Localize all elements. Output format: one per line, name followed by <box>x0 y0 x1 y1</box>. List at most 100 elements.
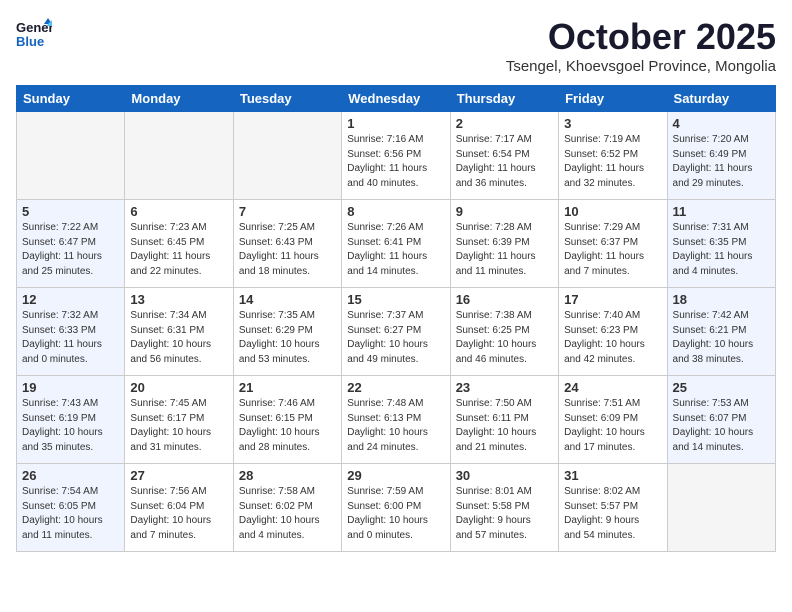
day-number: 8 <box>347 204 444 219</box>
day-number: 31 <box>564 468 661 483</box>
weekday-header-thursday: Thursday <box>450 86 558 112</box>
week-row-2: 5 Sunrise: 7:22 AM Sunset: 6:47 PM Daylig… <box>17 200 776 288</box>
day-number: 30 <box>456 468 553 483</box>
day-info: Sunrise: 7:16 AM Sunset: 6:56 PM Dayligh… <box>347 133 444 191</box>
day-number: 4 <box>673 116 770 131</box>
day-number: 2 <box>456 116 553 131</box>
calendar-cell: 1 Sunrise: 7:16 AM Sunset: 6:56 PM Daylig… <box>342 112 450 200</box>
day-info: Sunrise: 7:35 AM Sunset: 6:29 PM Dayligh… <box>239 309 336 367</box>
calendar-cell <box>233 112 341 200</box>
weekday-header-row: SundayMondayTuesdayWednesdayThursdayFrid… <box>17 86 776 112</box>
calendar-cell: 18 Sunrise: 7:42 AM Sunset: 6:21 PM Dayli… <box>667 288 775 376</box>
day-number: 21 <box>239 380 336 395</box>
day-info: Sunrise: 7:48 AM Sunset: 6:13 PM Dayligh… <box>347 397 444 455</box>
day-number: 6 <box>130 204 227 219</box>
calendar-cell <box>667 464 775 552</box>
calendar-cell: 17 Sunrise: 7:40 AM Sunset: 6:23 PM Dayli… <box>559 288 667 376</box>
day-info: Sunrise: 7:42 AM Sunset: 6:21 PM Dayligh… <box>673 309 770 367</box>
weekday-header-tuesday: Tuesday <box>233 86 341 112</box>
calendar-cell: 27Sunrise: 7:56 AM Sunset: 6:04 PM Dayli… <box>125 464 233 552</box>
calendar-cell: 21 Sunrise: 7:46 AM Sunset: 6:15 PM Dayli… <box>233 376 341 464</box>
calendar-cell: 5 Sunrise: 7:22 AM Sunset: 6:47 PM Daylig… <box>17 200 125 288</box>
calendar-table: SundayMondayTuesdayWednesdayThursdayFrid… <box>16 85 776 552</box>
day-number: 17 <box>564 292 661 307</box>
day-info: Sunrise: 8:01 AM Sunset: 5:58 PM Dayligh… <box>456 485 553 543</box>
week-row-5: 26Sunrise: 7:54 AM Sunset: 6:05 PM Dayli… <box>17 464 776 552</box>
calendar-cell: 25Sunrise: 7:53 AM Sunset: 6:07 PM Dayli… <box>667 376 775 464</box>
calendar-cell <box>17 112 125 200</box>
calendar-cell: 26Sunrise: 7:54 AM Sunset: 6:05 PM Dayli… <box>17 464 125 552</box>
calendar-cell: 9Sunrise: 7:28 AM Sunset: 6:39 PM Daylig… <box>450 200 558 288</box>
day-number: 22 <box>347 380 444 395</box>
calendar-page: General Blue October 2025 Tsengel, Khoev… <box>0 0 792 612</box>
day-info: Sunrise: 7:43 AM Sunset: 6:19 PM Dayligh… <box>22 397 119 455</box>
day-number: 13 <box>130 292 227 307</box>
logo: General Blue <box>16 16 56 52</box>
calendar-cell: 10 Sunrise: 7:29 AM Sunset: 6:37 PM Dayli… <box>559 200 667 288</box>
title-block: October 2025 Tsengel, Khoevsgoel Provinc… <box>506 16 776 75</box>
calendar-cell: 13 Sunrise: 7:34 AM Sunset: 6:31 PM Dayli… <box>125 288 233 376</box>
day-info: Sunrise: 7:23 AM Sunset: 6:45 PM Dayligh… <box>130 221 227 279</box>
weekday-header-saturday: Saturday <box>667 86 775 112</box>
day-number: 10 <box>564 204 661 219</box>
day-number: 20 <box>130 380 227 395</box>
week-row-1: 1 Sunrise: 7:16 AM Sunset: 6:56 PM Daylig… <box>17 112 776 200</box>
day-info: Sunrise: 7:56 AM Sunset: 6:04 PM Dayligh… <box>130 485 227 543</box>
calendar-cell: 22 Sunrise: 7:48 AM Sunset: 6:13 PM Dayli… <box>342 376 450 464</box>
calendar-cell: 14 Sunrise: 7:35 AM Sunset: 6:29 PM Dayli… <box>233 288 341 376</box>
day-number: 14 <box>239 292 336 307</box>
calendar-cell: 8 Sunrise: 7:26 AM Sunset: 6:41 PM Daylig… <box>342 200 450 288</box>
day-info: Sunrise: 7:46 AM Sunset: 6:15 PM Dayligh… <box>239 397 336 455</box>
day-number: 24 <box>564 380 661 395</box>
day-info: Sunrise: 7:34 AM Sunset: 6:31 PM Dayligh… <box>130 309 227 367</box>
day-info: Sunrise: 7:19 AM Sunset: 6:52 PM Dayligh… <box>564 133 661 191</box>
header: General Blue October 2025 Tsengel, Khoev… <box>16 16 776 75</box>
calendar-cell: 31 Sunrise: 8:02 AM Sunset: 5:57 PM Dayli… <box>559 464 667 552</box>
day-info: Sunrise: 7:37 AM Sunset: 6:27 PM Dayligh… <box>347 309 444 367</box>
day-number: 18 <box>673 292 770 307</box>
calendar-cell: 15Sunrise: 7:37 AM Sunset: 6:27 PM Dayli… <box>342 288 450 376</box>
day-info: Sunrise: 8:02 AM Sunset: 5:57 PM Dayligh… <box>564 485 661 543</box>
day-info: Sunrise: 7:59 AM Sunset: 6:00 PM Dayligh… <box>347 485 444 543</box>
day-info: Sunrise: 7:38 AM Sunset: 6:25 PM Dayligh… <box>456 309 553 367</box>
weekday-header-sunday: Sunday <box>17 86 125 112</box>
day-number: 12 <box>22 292 119 307</box>
week-row-4: 19Sunrise: 7:43 AM Sunset: 6:19 PM Dayli… <box>17 376 776 464</box>
calendar-cell: 2 Sunrise: 7:17 AM Sunset: 6:54 PM Daylig… <box>450 112 558 200</box>
day-info: Sunrise: 7:53 AM Sunset: 6:07 PM Dayligh… <box>673 397 770 455</box>
day-info: Sunrise: 7:50 AM Sunset: 6:11 PM Dayligh… <box>456 397 553 455</box>
calendar-cell: 19Sunrise: 7:43 AM Sunset: 6:19 PM Dayli… <box>17 376 125 464</box>
day-info: Sunrise: 7:29 AM Sunset: 6:37 PM Dayligh… <box>564 221 661 279</box>
calendar-cell: 12Sunrise: 7:32 AM Sunset: 6:33 PM Dayli… <box>17 288 125 376</box>
week-row-3: 12Sunrise: 7:32 AM Sunset: 6:33 PM Dayli… <box>17 288 776 376</box>
day-info: Sunrise: 7:54 AM Sunset: 6:05 PM Dayligh… <box>22 485 119 543</box>
day-number: 9 <box>456 204 553 219</box>
day-info: Sunrise: 7:26 AM Sunset: 6:41 PM Dayligh… <box>347 221 444 279</box>
weekday-header-wednesday: Wednesday <box>342 86 450 112</box>
day-info: Sunrise: 7:20 AM Sunset: 6:49 PM Dayligh… <box>673 133 770 191</box>
calendar-cell: 6 Sunrise: 7:23 AM Sunset: 6:45 PM Daylig… <box>125 200 233 288</box>
calendar-cell: 29Sunrise: 7:59 AM Sunset: 6:00 PM Dayli… <box>342 464 450 552</box>
day-info: Sunrise: 7:22 AM Sunset: 6:47 PM Dayligh… <box>22 221 119 279</box>
calendar-cell: 24 Sunrise: 7:51 AM Sunset: 6:09 PM Dayli… <box>559 376 667 464</box>
calendar-cell: 4 Sunrise: 7:20 AM Sunset: 6:49 PM Daylig… <box>667 112 775 200</box>
calendar-cell: 16 Sunrise: 7:38 AM Sunset: 6:25 PM Dayli… <box>450 288 558 376</box>
svg-text:Blue: Blue <box>16 34 44 49</box>
logo-icon: General Blue <box>16 16 52 52</box>
calendar-cell: 11Sunrise: 7:31 AM Sunset: 6:35 PM Dayli… <box>667 200 775 288</box>
day-number: 28 <box>239 468 336 483</box>
calendar-cell: 30 Sunrise: 8:01 AM Sunset: 5:58 PM Dayli… <box>450 464 558 552</box>
calendar-cell <box>125 112 233 200</box>
day-info: Sunrise: 7:17 AM Sunset: 6:54 PM Dayligh… <box>456 133 553 191</box>
day-info: Sunrise: 7:51 AM Sunset: 6:09 PM Dayligh… <box>564 397 661 455</box>
day-number: 5 <box>22 204 119 219</box>
day-number: 7 <box>239 204 336 219</box>
day-number: 1 <box>347 116 444 131</box>
day-info: Sunrise: 7:40 AM Sunset: 6:23 PM Dayligh… <box>564 309 661 367</box>
weekday-header-monday: Monday <box>125 86 233 112</box>
day-number: 3 <box>564 116 661 131</box>
day-number: 16 <box>456 292 553 307</box>
calendar-cell: 20Sunrise: 7:45 AM Sunset: 6:17 PM Dayli… <box>125 376 233 464</box>
day-number: 23 <box>456 380 553 395</box>
weekday-header-friday: Friday <box>559 86 667 112</box>
